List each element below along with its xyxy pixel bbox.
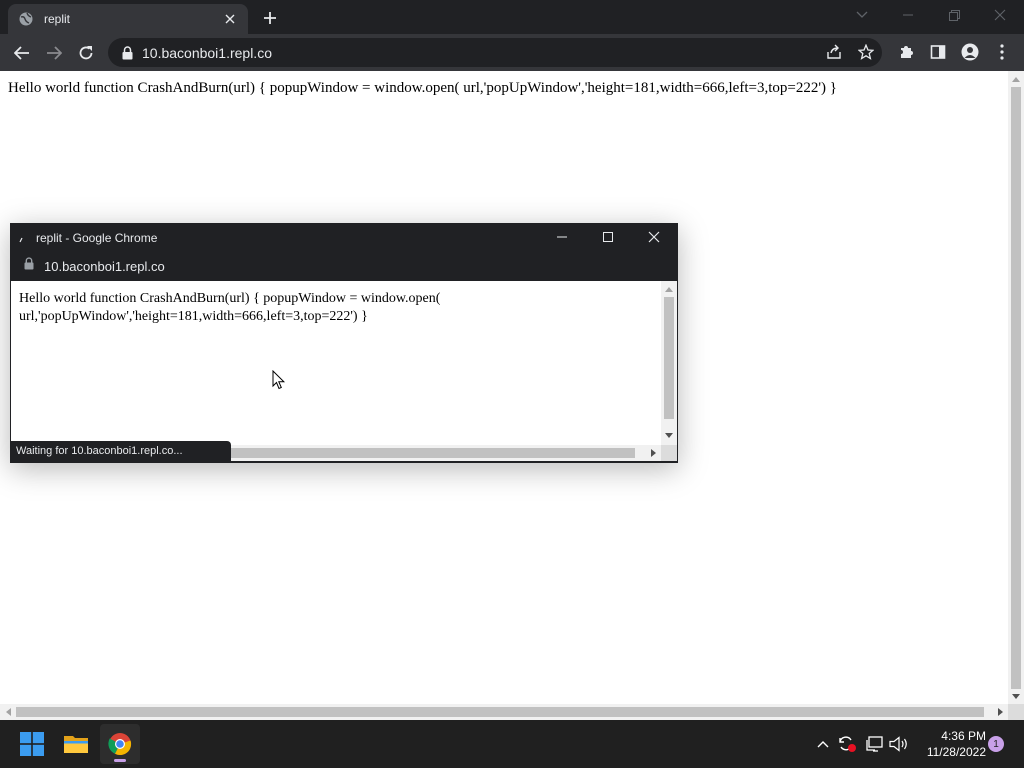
- popup-scroll-right-arrow-icon[interactable]: [645, 445, 661, 461]
- popup-body-text: Hello world function CrashAndBurn(url) {…: [19, 290, 539, 326]
- popup-page-content: Hello world function CrashAndBurn(url) {…: [11, 281, 661, 445]
- new-tab-button[interactable]: [258, 7, 282, 29]
- side-panel-icon[interactable]: [926, 40, 950, 64]
- popup-text-line-1: Hello world function CrashAndBurn(url) {…: [19, 291, 441, 306]
- popup-scroll-up-arrow-icon[interactable]: [661, 281, 677, 297]
- popup-lock-icon[interactable]: [24, 257, 34, 275]
- tab-search-icon[interactable]: [840, 0, 884, 30]
- globe-icon: [18, 11, 34, 27]
- file-explorer-button[interactable]: [56, 724, 96, 764]
- clock-date: 11/28/2022: [926, 745, 986, 759]
- popup-vertical-scrollbar[interactable]: [661, 281, 677, 445]
- tab-title: replit: [44, 12, 71, 26]
- tab-strip: replit: [0, 0, 1024, 34]
- taskbar-clock[interactable]: 4:36 PM 11/28/2022: [916, 728, 986, 760]
- share-icon[interactable]: [822, 40, 846, 64]
- popup-title: replit - Google Chrome: [36, 231, 158, 245]
- google-chrome-button[interactable]: [100, 724, 140, 764]
- vertical-scrollbar[interactable]: [1008, 71, 1024, 704]
- scrollbar-corner: [1008, 704, 1024, 720]
- forward-button[interactable]: [41, 40, 67, 66]
- active-app-indicator: [114, 759, 126, 762]
- address-bar[interactable]: 10.baconboi1.repl.co: [108, 38, 882, 67]
- sync-error-icon[interactable]: [836, 732, 858, 756]
- profile-avatar-icon[interactable]: [958, 40, 982, 64]
- extensions-icon[interactable]: [894, 40, 918, 64]
- lock-icon[interactable]: [122, 45, 134, 60]
- popup-close-button[interactable]: [631, 223, 677, 251]
- popup-vertical-scroll-thumb[interactable]: [664, 297, 674, 419]
- tab-replit[interactable]: replit: [8, 4, 248, 34]
- tab-close-icon[interactable]: [222, 11, 238, 27]
- scroll-right-arrow-icon[interactable]: [992, 704, 1008, 720]
- popup-text-line-2: url,'popUpWindow','height=181,width=666,…: [19, 309, 368, 324]
- volume-icon[interactable]: [888, 732, 910, 756]
- horizontal-scroll-thumb[interactable]: [16, 707, 984, 717]
- popup-favicon-icon: [19, 230, 25, 248]
- popup-url-text: 10.baconboi1.repl.co: [44, 258, 165, 274]
- network-icon[interactable]: [864, 732, 886, 756]
- scroll-left-arrow-icon[interactable]: [0, 704, 16, 720]
- back-button[interactable]: [9, 40, 35, 66]
- popup-scrollbar-corner: [661, 445, 677, 461]
- popup-minimize-button[interactable]: [539, 223, 585, 251]
- page-body-text: Hello world function CrashAndBurn(url) {…: [8, 80, 837, 96]
- popup-maximize-button[interactable]: [585, 223, 631, 251]
- vertical-scroll-thumb[interactable]: [1011, 87, 1021, 689]
- url-text: 10.baconboi1.repl.co: [142, 44, 272, 61]
- popup-status-bubble: Waiting for 10.baconboi1.repl.co...: [11, 441, 231, 461]
- minimize-button[interactable]: [886, 0, 930, 30]
- scroll-down-arrow-icon[interactable]: [1008, 688, 1024, 704]
- show-hidden-icons-chevron-icon[interactable]: [812, 732, 834, 756]
- windows-start-button[interactable]: [12, 724, 52, 764]
- scroll-up-arrow-icon[interactable]: [1008, 71, 1024, 87]
- restore-button[interactable]: [932, 0, 976, 30]
- bookmark-star-icon[interactable]: [854, 40, 878, 64]
- mouse-cursor-icon: [272, 369, 286, 390]
- menu-kebab-icon[interactable]: [990, 40, 1014, 64]
- popup-scroll-down-arrow-icon[interactable]: [661, 427, 677, 443]
- reload-button[interactable]: [73, 40, 99, 66]
- clock-time: 4:36 PM: [941, 729, 986, 743]
- horizontal-scrollbar[interactable]: [0, 704, 1008, 720]
- notification-badge[interactable]: 1: [988, 736, 1004, 752]
- taskbar: 4:36 PM 11/28/2022 1: [0, 720, 1024, 768]
- toolbar: 10.baconboi1.repl.co: [0, 34, 1024, 71]
- close-window-button[interactable]: [978, 0, 1022, 30]
- popup-url-bar: 10.baconboi1.repl.co: [10, 251, 678, 281]
- popup-window[interactable]: replit - Google Chrome 10.baconboi1.repl…: [10, 223, 678, 463]
